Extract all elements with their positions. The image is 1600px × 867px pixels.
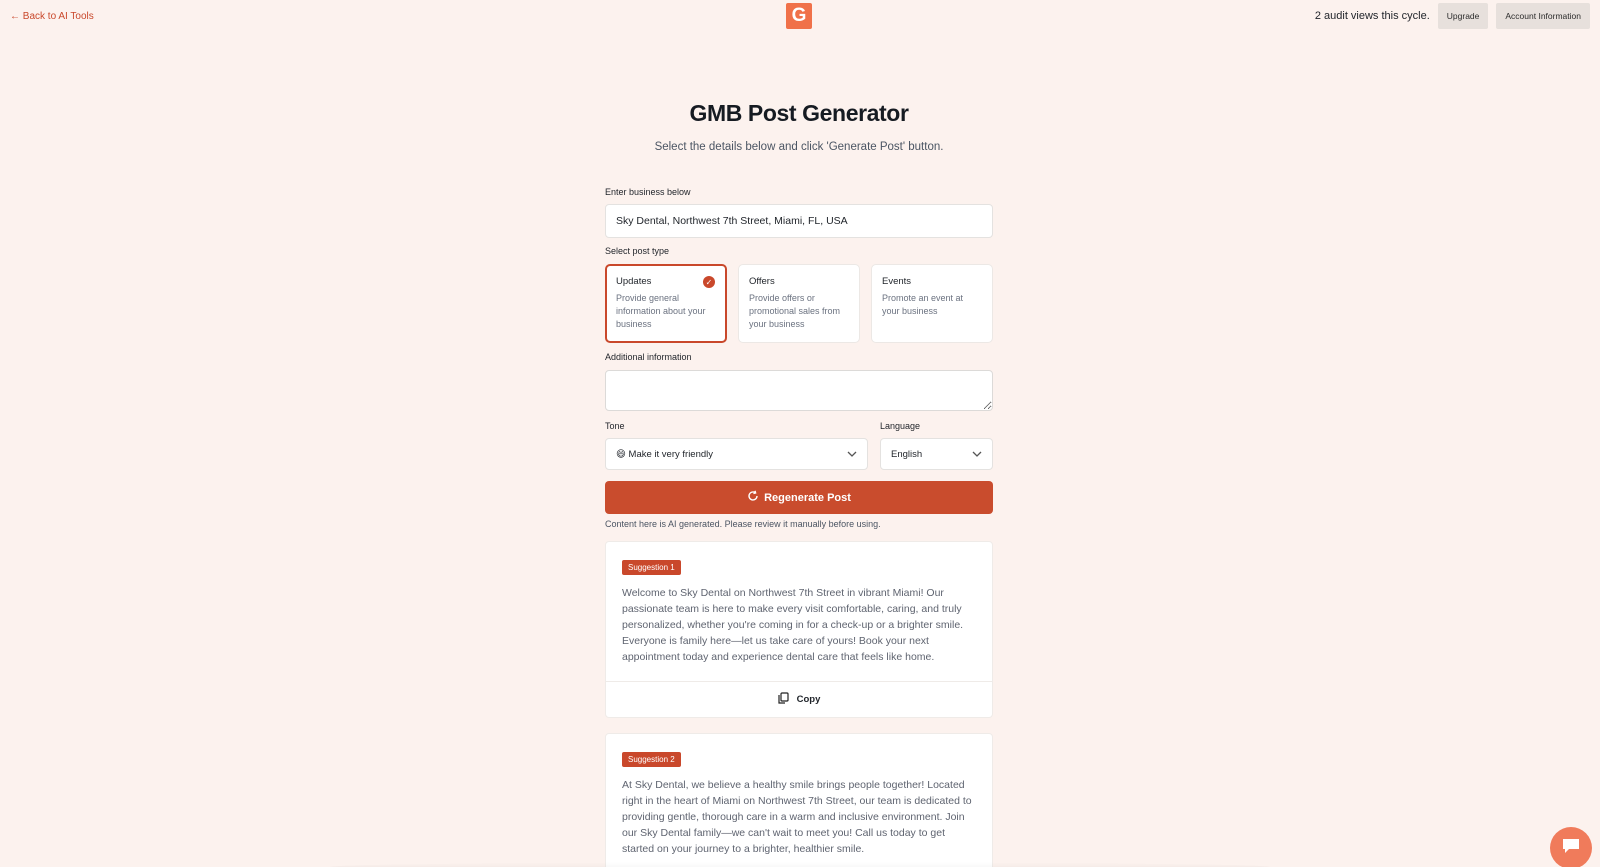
refresh-icon [747,490,759,505]
chevron-down-icon [847,449,857,459]
suggestion-card: Suggestion 2 At Sky Dental, we believe a… [605,733,993,867]
post-type-offers[interactable]: Offers Provide offers or promotional sal… [738,264,860,343]
logo[interactable]: G [786,3,812,29]
page-title: GMB Post Generator [689,100,909,126]
tone-value: 😄 Make it very friendly [616,448,714,460]
post-type-desc: Provide general information about your b… [616,293,706,329]
suggestion-badge: Suggestion 2 [622,752,681,767]
chat-widget-button[interactable] [1550,827,1592,867]
tone-label: Tone [605,421,625,431]
suggestion-text: At Sky Dental, we believe a healthy smil… [622,779,972,855]
copy-label: Copy [796,694,821,705]
post-type-desc: Provide offers or promotional sales from… [749,293,841,329]
page-subtitle: Select the details below and click 'Gene… [654,141,944,153]
upgrade-button[interactable]: Upgrade [1437,3,1489,29]
additional-info-textarea[interactable] [605,370,993,411]
chevron-down-icon [972,449,982,459]
tone-select[interactable]: 😄 Make it very friendly [605,438,868,470]
business-label: Enter business below [605,187,691,197]
copy-button[interactable]: Copy [606,681,992,717]
post-type-label: Select post type [605,246,670,256]
post-type-events[interactable]: Events Promote an event at your business [871,264,993,343]
copy-icon [778,692,789,707]
chat-icon [1561,837,1581,860]
post-type-title: Events [882,276,912,287]
additional-info-label: Additional information [605,352,692,362]
suggestion-card: Suggestion 1 Welcome to Sky Dental on No… [605,541,993,718]
bottom-shadow [330,862,1270,867]
check-circle-icon: ✓ [703,276,715,288]
language-value: English [891,448,923,460]
post-type-title: Offers [749,276,775,287]
audit-views-text: 2 audit views this cycle. [1314,10,1430,22]
post-type-desc: Promote an event at your business [882,293,964,316]
post-type-options: Updates Provide general information abou… [605,264,993,343]
back-to-ai-tools-link[interactable]: ← Back to AI Tools [10,11,94,22]
post-type-updates[interactable]: Updates Provide general information abou… [605,264,727,343]
business-input[interactable] [605,204,993,238]
account-information-button[interactable]: Account Information [1496,3,1590,29]
language-label: Language [880,421,921,431]
top-right-bar: 2 audit views this cycle. Upgrade Accoun… [1315,3,1590,29]
language-select[interactable]: English [880,438,993,470]
ai-disclaimer: Content here is AI generated. Please rev… [605,519,881,529]
regenerate-label: Regenerate Post [764,491,851,504]
suggestion-text: Welcome to Sky Dental on Northwest 7th S… [622,587,964,663]
suggestion-badge: Suggestion 1 [622,560,681,575]
regenerate-post-button[interactable]: Regenerate Post [605,481,993,514]
post-type-title: Updates [616,276,652,287]
